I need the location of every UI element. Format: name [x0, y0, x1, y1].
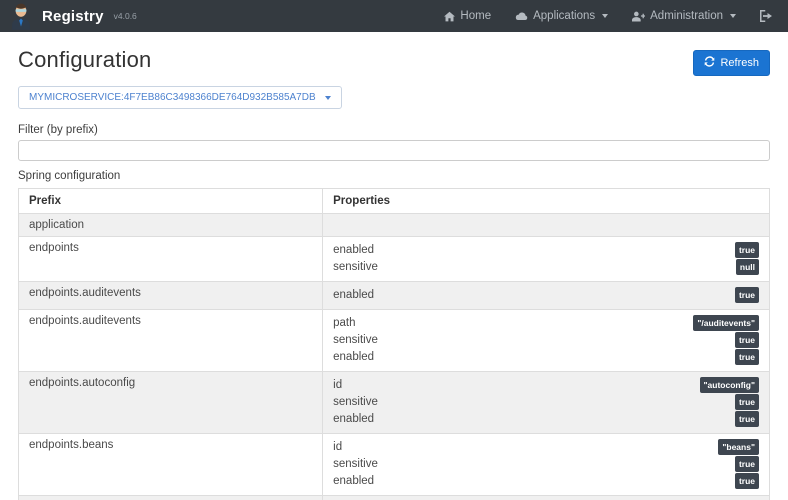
properties-cell — [323, 214, 770, 237]
refresh-icon — [704, 56, 715, 70]
prefix-cell: endpoints.beans — [19, 434, 323, 496]
sign-out-icon — [760, 10, 772, 22]
properties-cell: id"configprops"sensitivetrueenabledtrue — [323, 496, 770, 500]
property-value-badge: true — [735, 332, 759, 348]
column-header-prefix: Prefix — [19, 189, 323, 214]
sign-out-button[interactable] — [760, 10, 772, 22]
property-name: enabled — [333, 289, 374, 302]
property-value-badge: true — [735, 287, 759, 303]
property-line: sensitive null — [333, 259, 759, 275]
property-line: sensitive true — [333, 332, 759, 348]
navbar-menu: Home Applications Administration — [444, 10, 772, 22]
property-name: enabled — [333, 244, 374, 257]
config-table-body: applicationendpointsenabledtruesensitive… — [19, 214, 770, 500]
property-value-badge: true — [735, 242, 759, 258]
property-line: path "/auditevents" — [333, 315, 759, 331]
prefix-cell: endpoints.configprops — [19, 496, 323, 500]
prefix-cell: endpoints.auditevents — [19, 310, 323, 372]
app-version: v4.0.6 — [114, 11, 137, 21]
property-value-badge: true — [735, 411, 759, 427]
chevron-down-icon — [325, 96, 331, 100]
table-row: application — [19, 214, 770, 237]
property-value-badge: null — [736, 259, 759, 275]
prefix-cell: endpoints — [19, 237, 323, 282]
property-name: sensitive — [333, 334, 378, 347]
page-header: Configuration Refresh — [18, 47, 770, 76]
property-name: id — [333, 441, 342, 454]
table-header-row: Prefix Properties — [19, 189, 770, 214]
property-name: enabled — [333, 351, 374, 364]
property-line: sensitive true — [333, 456, 759, 472]
table-row: endpoints.beansid"beans"sensitivetrueena… — [19, 434, 770, 496]
refresh-button[interactable]: Refresh — [693, 50, 770, 76]
table-row: endpoints.auditevents enabled true — [19, 282, 770, 310]
filter-label: Filter (by prefix) — [18, 124, 770, 136]
nav-item-administration[interactable]: Administration — [632, 10, 736, 22]
property-value-badge: true — [735, 349, 759, 365]
navbar: Registry v4.0.6 Home Applications Admini… — [0, 0, 788, 32]
column-header-properties: Properties — [323, 189, 770, 214]
prefix-cell: application — [19, 214, 323, 237]
property-value-badge: "beans" — [718, 439, 759, 455]
property-line: enabled true — [333, 242, 759, 258]
property-name: sensitive — [333, 261, 378, 274]
prefix-cell: endpoints.auditevents — [19, 282, 323, 310]
property-line: enabled true — [333, 473, 759, 489]
refresh-button-label: Refresh — [720, 57, 759, 69]
property-name: id — [333, 379, 342, 392]
property-value-badge: true — [735, 456, 759, 472]
property-value-badge: true — [735, 473, 759, 489]
property-line: id "autoconfig" — [333, 377, 759, 393]
properties-cell: path "/auditevents" sensitive true enabled tr… — [323, 310, 770, 372]
property-line: id "beans" — [333, 439, 759, 455]
nav-item-label: Administration — [650, 10, 723, 22]
main-content: Configuration Refresh MYMICROSERVICE:4F7… — [0, 32, 788, 500]
property-value-badge: "/auditevents" — [693, 315, 759, 331]
user-avatar — [8, 2, 34, 30]
app-title: Registry — [42, 8, 104, 25]
property-line: enabled true — [333, 287, 759, 303]
properties-cell: id "autoconfig" sensitive true enabled true — [323, 372, 770, 434]
properties-cell: enabled true sensitive null — [323, 237, 770, 282]
property-line: sensitive true — [333, 394, 759, 410]
property-line: enabled true — [333, 411, 759, 427]
nav-item-applications[interactable]: Applications — [515, 10, 608, 22]
property-value-badge: "autoconfig" — [700, 377, 760, 393]
nav-item-home[interactable]: Home — [444, 10, 491, 22]
property-name: enabled — [333, 475, 374, 488]
brand[interactable]: Registry v4.0.6 — [8, 2, 137, 30]
table-row: endpoints.configpropsid"configprops"sens… — [19, 496, 770, 500]
prefix-cell: endpoints.autoconfig — [19, 372, 323, 434]
chevron-down-icon — [602, 14, 608, 18]
service-selector-label: MYMICROSERVICE:4F7EB86C3498366DE764D932B… — [29, 92, 316, 103]
service-selector-dropdown[interactable]: MYMICROSERVICE:4F7EB86C3498366DE764D932B… — [18, 86, 342, 109]
nav-item-label: Applications — [533, 10, 595, 22]
property-name: sensitive — [333, 396, 378, 409]
property-name: path — [333, 317, 355, 330]
page-title: Configuration — [18, 47, 151, 73]
properties-cell: enabled true — [323, 282, 770, 310]
table-row: endpoints.autoconfigid"autoconfig"sensit… — [19, 372, 770, 434]
properties-cell: id "beans" sensitive true enabled true — [323, 434, 770, 496]
home-icon — [444, 11, 455, 22]
property-name: enabled — [333, 413, 374, 426]
section-label: Spring configuration — [18, 170, 770, 182]
table-row: endpoints.auditeventspath"/auditevents"s… — [19, 310, 770, 372]
nav-item-label: Home — [460, 10, 491, 22]
property-value-badge: true — [735, 394, 759, 410]
table-row: endpoints enabled true sensitive null — [19, 237, 770, 282]
chevron-down-icon — [730, 14, 736, 18]
property-name: sensitive — [333, 458, 378, 471]
user-plus-icon — [632, 11, 645, 22]
filter-input[interactable] — [18, 140, 770, 161]
property-line: enabled true — [333, 349, 759, 365]
cloud-icon — [515, 11, 528, 22]
config-table: Prefix Properties applicationendpointsen… — [18, 188, 770, 500]
